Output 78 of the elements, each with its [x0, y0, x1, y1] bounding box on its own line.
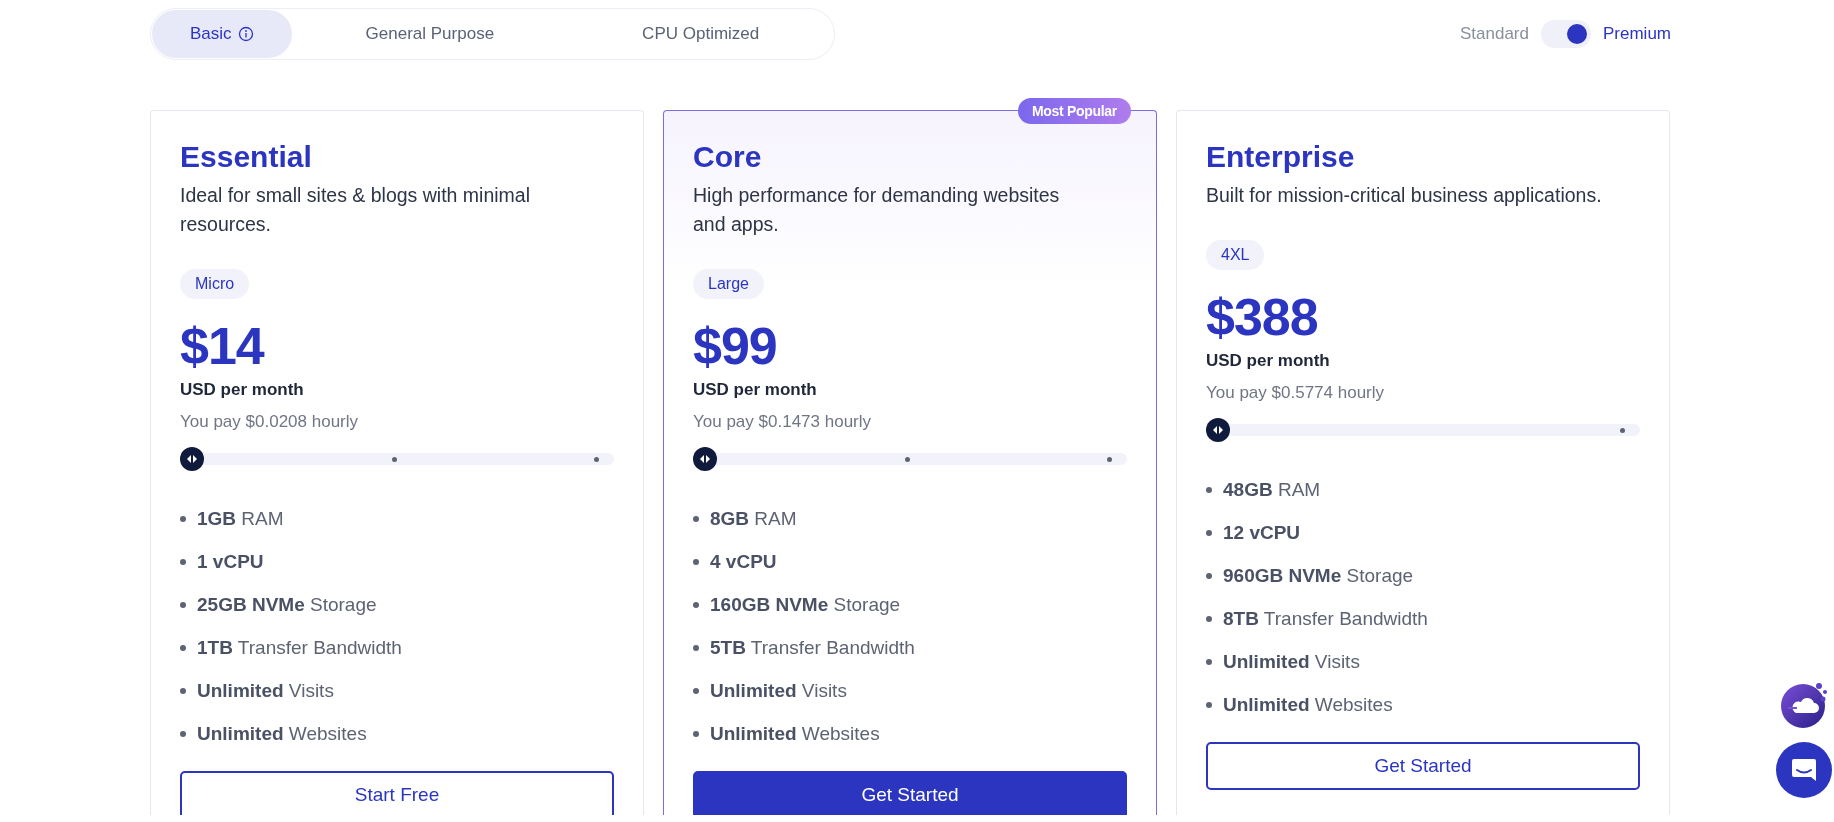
bullet-icon [1206, 529, 1212, 536]
feature-text: 5TB Transfer Bandwidth [710, 636, 915, 659]
standard-label: Standard [1460, 24, 1529, 44]
plan-button[interactable]: Get Started [1206, 742, 1640, 790]
feature-text: Unlimited Visits [197, 679, 334, 702]
most-popular-badge: Most Popular [1017, 98, 1131, 124]
slider-thumb[interactable] [1206, 418, 1230, 442]
slider-stop[interactable] [391, 457, 397, 462]
price: $14 [180, 316, 266, 377]
price: $99 [693, 316, 778, 377]
toggle-switch[interactable] [1541, 20, 1591, 48]
bullet-icon [1206, 486, 1212, 493]
premium-label: Premium [1603, 24, 1671, 44]
bullet-icon [180, 687, 186, 694]
bullet-icon [1206, 658, 1212, 665]
size-slider[interactable] [1206, 418, 1640, 442]
bullet-icon [693, 515, 699, 522]
bullet-icon [180, 601, 186, 608]
hourly-price: You pay $0.0208 hourly [180, 411, 360, 433]
size-slider[interactable] [180, 447, 614, 471]
slider-stop[interactable] [1106, 457, 1112, 462]
plan-description: High performance for demanding websites and apps. [693, 183, 1061, 237]
cloud-icon[interactable] [1779, 680, 1829, 730]
feature-text: 1GB RAM [197, 507, 284, 530]
size-slider[interactable] [693, 447, 1127, 471]
feature-text: 160GB NVMe Storage [710, 593, 901, 616]
plan-title: Core [693, 139, 763, 175]
chat-icon[interactable] [1775, 741, 1833, 799]
feature-text: Unlimited Visits [710, 679, 847, 702]
feature-text: Unlimited Visits [1223, 650, 1360, 673]
feature-text: Unlimited Websites [197, 722, 367, 745]
slider-stop[interactable] [904, 457, 910, 462]
feature-text: Unlimited Websites [710, 722, 880, 745]
plan-tab[interactable]: Basic [152, 10, 292, 58]
price-period: USD per month [693, 379, 818, 401]
plan-button[interactable]: Start Free [180, 771, 614, 815]
price: $388 [1206, 287, 1319, 348]
size-tag: 4XL [1206, 240, 1265, 270]
feature-text: 8GB RAM [710, 507, 797, 530]
hourly-price: You pay $0.5774 hourly [1206, 382, 1386, 404]
bullet-icon [1206, 615, 1212, 622]
bullet-icon [693, 687, 699, 694]
bullet-icon [693, 730, 699, 737]
plan-title: Enterprise [1206, 139, 1356, 175]
feature-text: Unlimited Websites [1223, 693, 1393, 716]
slider-stop[interactable] [1619, 428, 1625, 433]
bullet-icon [1206, 701, 1212, 708]
slider-thumb[interactable] [693, 447, 717, 471]
plan-description: Built for mission-critical business applications. [1206, 183, 1603, 208]
feature-text: 1TB Transfer Bandwidth [197, 636, 402, 659]
feature-text: 48GB RAM [1223, 478, 1321, 501]
hourly-price: You pay $0.1473 hourly [693, 411, 873, 433]
bullet-icon [180, 558, 186, 565]
plan-title: Essential [180, 139, 313, 175]
feature-text: 25GB NVMe Storage [197, 593, 377, 616]
size-tag: Large [693, 269, 764, 299]
bullet-icon [180, 515, 186, 522]
bullet-icon [693, 558, 699, 565]
feature-text: 960GB NVMe Storage [1223, 564, 1414, 587]
bullet-icon [180, 644, 186, 651]
feature-text: 1 vCPU [197, 550, 264, 573]
plan-description: Ideal for small sites & blogs with minimal resources. [180, 183, 532, 237]
feature-text: 12 vCPU [1223, 521, 1301, 544]
price-period: USD per month [180, 379, 305, 401]
plan-tab[interactable]: General Purpose [291, 10, 569, 58]
slider-stop[interactable] [593, 457, 599, 462]
bullet-icon [693, 644, 699, 651]
size-tag: Micro [180, 269, 250, 299]
feature-text: 4 vCPU [710, 550, 777, 573]
slider-thumb[interactable] [180, 447, 204, 471]
plan-button[interactable]: Get Started [693, 771, 1127, 815]
bullet-icon [1206, 572, 1212, 579]
price-period: USD per month [1206, 350, 1331, 372]
bullet-icon [180, 730, 186, 737]
plan-tab[interactable]: CPU Optimized [568, 10, 834, 58]
info-icon [237, 26, 254, 42]
bullet-icon [693, 601, 699, 608]
feature-text: 8TB Transfer Bandwidth [1223, 607, 1428, 630]
